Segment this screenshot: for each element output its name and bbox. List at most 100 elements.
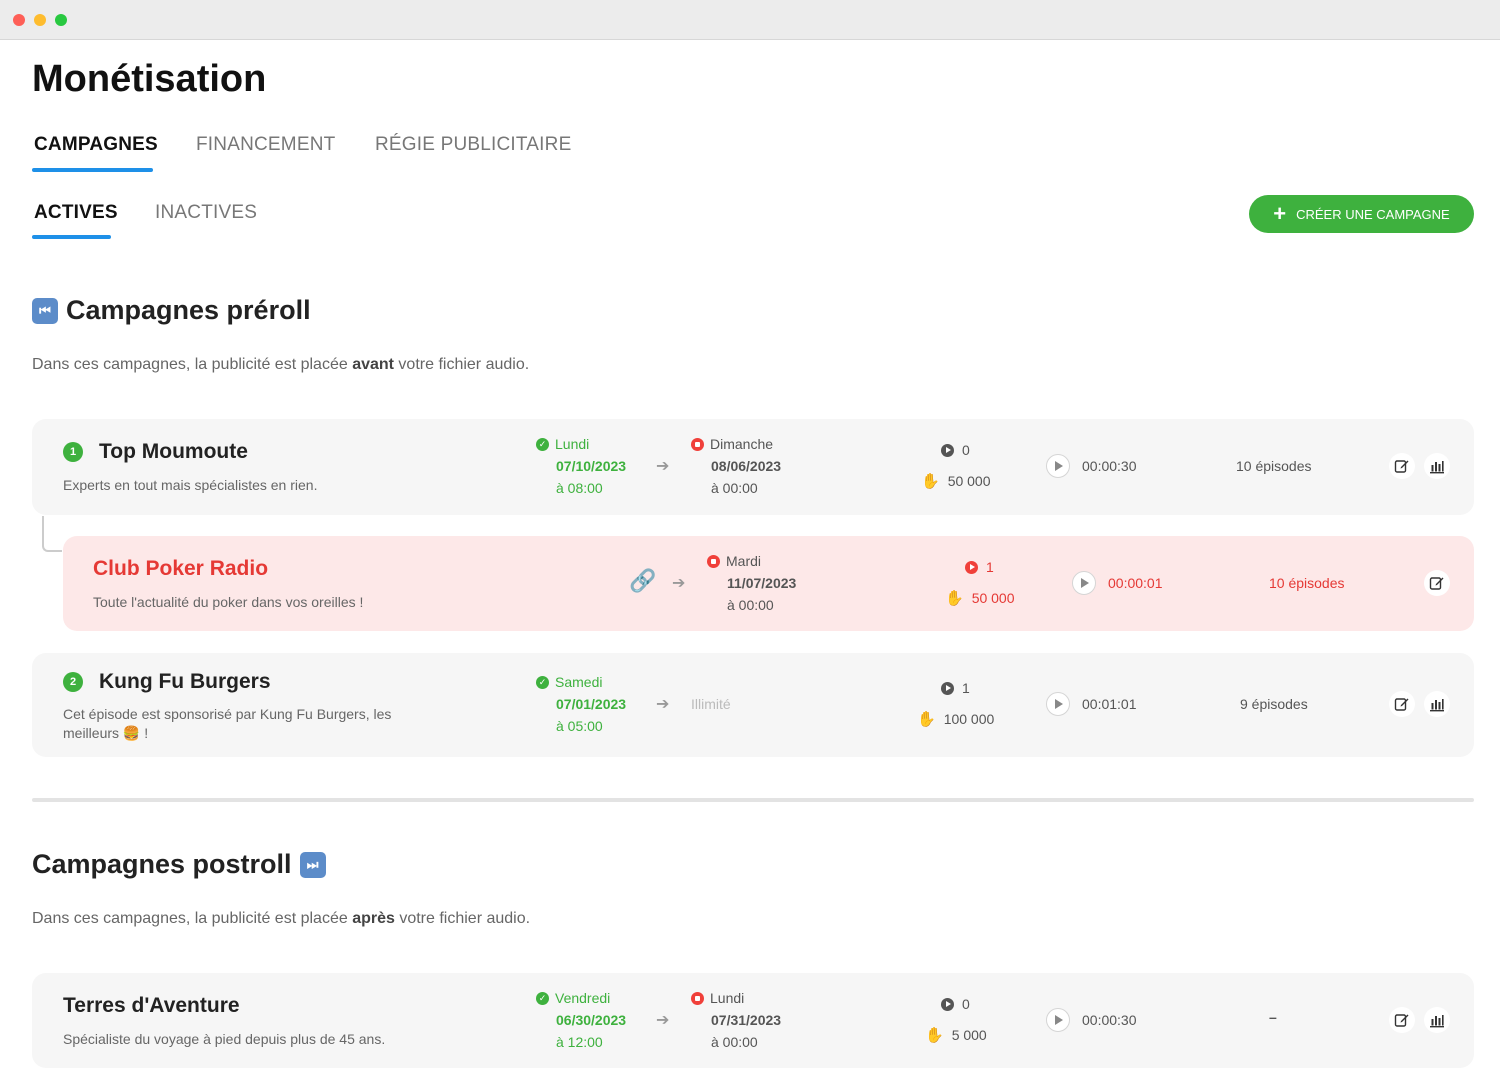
listens-value: 1 [962,680,970,696]
play-audio-button[interactable] [1046,1008,1070,1032]
subtab-inactives[interactable]: INACTIVES [155,202,257,224]
check-icon: ✓ [536,437,549,451]
arrow-right-icon: ➔ [656,696,670,713]
play-icon [941,443,954,457]
campaign-name[interactable]: Club Poker Radio [93,557,268,581]
stats-button[interactable] [1424,691,1450,717]
section-divider [32,798,1474,802]
end-time: à 00:00 [727,597,774,613]
listens-value: 0 [962,996,970,1012]
maximize-window-button[interactable] [55,14,67,26]
stop-icon [691,437,704,451]
ad-duration: 00:00:30 [1046,1008,1137,1032]
start-date-value: 07/01/2023 [556,696,627,712]
ad-duration: 00:00:30 [1046,454,1137,478]
desc-text: Dans ces campagnes, la publicité est pla… [32,356,353,373]
start-time: à 08:00 [556,480,603,496]
listens-count: 0 [941,442,970,458]
window-titlebar [0,0,1500,40]
end-time: à 00:00 [711,480,758,496]
campaign-row-terres-d-aventure[interactable]: Terres d'Aventure Spécialiste du voyage … [32,973,1474,1068]
hand-stop-icon: ✋ [945,590,964,607]
episodes-count: – [1269,1009,1277,1025]
listens-value: 0 [962,442,970,458]
edit-button[interactable] [1389,453,1415,479]
campaign-name[interactable]: Terres d'Aventure [63,994,240,1018]
end-time: à 00:00 [711,1034,758,1050]
desc-bold: avant [352,356,394,373]
arrow-right-icon: ➔ [672,575,686,592]
tab-regie-publicitaire[interactable]: RÉGIE PUBLICITAIRE [375,134,571,156]
close-window-button[interactable] [13,14,25,26]
play-icon [941,681,954,695]
limit-value: 50 000 [971,590,1015,606]
edit-icon [1394,460,1409,473]
check-icon: ✓ [536,675,549,689]
campaign-description: Experts en tout mais spécialistes en rie… [63,477,318,493]
end-date-value: 11/07/2023 [727,575,797,591]
campaign-description: Cet épisode est sponsorisé par Kung Fu B… [63,706,392,741]
start-date: ✓ Vendredi 06/30/2023 à 12:00 [536,987,626,1053]
minimize-window-button[interactable] [34,14,46,26]
end-date-value: 08/06/2023 [711,458,782,474]
campaign-row-kung-fu-burgers[interactable]: 2 Kung Fu Burgers Cet épisode est sponso… [32,653,1474,757]
stop-icon [691,991,704,1005]
plus-icon: + [1273,201,1287,226]
play-audio-button[interactable] [1046,692,1070,716]
start-time: à 12:00 [556,1034,603,1050]
start-date: ✓ Samedi 07/01/2023 à 05:00 [536,671,626,737]
order-badge: 2 [63,672,83,692]
section-title-text: Campagnes postroll [32,849,292,879]
listens-limit: ✋ 100 000 [917,710,994,728]
listens-value: 1 [986,559,994,575]
hand-stop-icon: ✋ [925,1027,944,1044]
broken-link-icon: 🔗 [629,568,657,593]
stats-button[interactable] [1424,1007,1450,1033]
tab-financement[interactable]: FINANCEMENT [196,134,335,156]
play-audio-button[interactable] [1046,454,1070,478]
section-desc-postroll: Dans ces campagnes, la publicité est pla… [32,910,530,928]
page-title: Monétisation [32,58,267,100]
campaign-description: Spécialiste du voyage à pied depuis plus… [63,1031,386,1047]
create-campaign-button[interactable]: + CRÉER UNE CAMPAGNE [1249,195,1474,233]
linked-campaign-connector [42,516,62,552]
end-date: Dimanche 08/06/2023 à 00:00 [691,433,781,499]
campaign-name[interactable]: Kung Fu Burgers [99,670,271,694]
ad-duration: 00:00:01 [1072,571,1163,595]
bar-chart-icon [1430,699,1444,712]
subtab-actives[interactable]: ACTIVES [34,202,118,224]
start-day: Lundi [555,436,590,452]
play-audio-button[interactable] [1072,571,1096,595]
stats-button[interactable] [1424,453,1450,479]
section-desc-preroll: Dans ces campagnes, la publicité est pla… [32,356,529,374]
edit-icon [1394,698,1409,711]
edit-icon [1394,1014,1409,1027]
end-day: Lundi [710,990,745,1006]
end-date: Lundi 07/31/2023 à 00:00 [691,987,781,1053]
edit-button[interactable] [1389,1007,1415,1033]
start-day: Samedi [555,674,603,690]
end-day: Mardi [726,553,762,569]
arrow-right-icon: ➔ [656,458,670,475]
listens-count: 1 [965,559,994,575]
desc-text: votre fichier audio. [394,910,531,927]
tab-campagnes[interactable]: CAMPAGNES [34,134,158,156]
listens-limit: ✋ 50 000 [945,589,1015,607]
duration-value: 00:00:01 [1108,575,1163,591]
edit-button[interactable] [1389,691,1415,717]
campaign-description: Toute l'actualité du poker dans vos orei… [93,594,364,610]
end-date: Mardi 11/07/2023 à 00:00 [707,550,796,616]
end-day: Dimanche [710,436,774,452]
fast-forward-icon: ⏭ [299,851,326,878]
order-badge: 1 [63,442,83,462]
start-date-value: 07/10/2023 [556,458,627,474]
section-title-text: Campagnes préroll [66,295,311,325]
rewind-icon: ⏮ [32,297,58,324]
hand-stop-icon: ✋ [917,711,936,728]
campaign-row-top-moumoute[interactable]: 1 Top Moumoute Experts en tout mais spéc… [32,419,1474,515]
campaign-row-club-poker-radio[interactable]: Club Poker Radio Toute l'actualité du po… [63,536,1474,631]
campaign-name[interactable]: Top Moumoute [99,440,248,464]
edit-button[interactable] [1424,570,1450,596]
desc-text: Dans ces campagnes, la publicité est pla… [32,910,353,927]
subtab-active-indicator [32,235,111,239]
